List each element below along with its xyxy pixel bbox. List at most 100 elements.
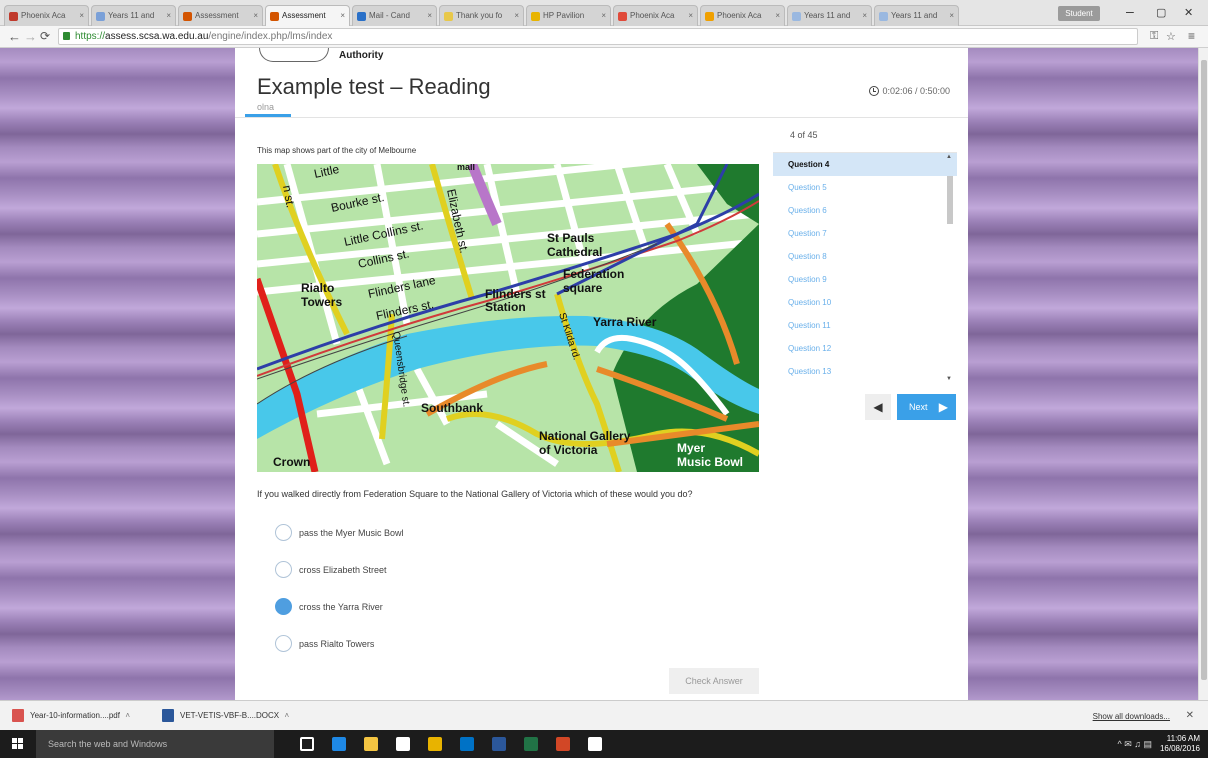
tab-favicon-icon — [444, 12, 453, 21]
chevron-up-icon[interactable]: ˄ — [284, 711, 289, 720]
radio-button[interactable] — [275, 635, 292, 652]
chrome-icon[interactable] — [428, 737, 442, 751]
key-icon[interactable]: ⚿ — [1150, 30, 1158, 43]
taskbar-search[interactable]: Search the web and Windows — [36, 730, 274, 758]
map-label-southbank: Southbank — [421, 401, 483, 415]
question-list-item[interactable]: Question 9 — [773, 268, 957, 291]
question-list-item[interactable]: Question 11 — [773, 314, 957, 337]
file-icon — [162, 709, 174, 722]
url-host: assess.scsa.wa.edu.au — [105, 31, 209, 42]
radio-button[interactable] — [275, 598, 292, 615]
question-stem: This map shows part of the city of Melbo… — [257, 146, 417, 155]
minimize-button[interactable]: – — [1126, 3, 1134, 19]
question-list-item[interactable]: Question 13 — [773, 360, 957, 383]
close-downloads-bar-icon[interactable]: ✕ — [1186, 710, 1194, 721]
map-label-crown: Crown — [273, 455, 310, 469]
page-scrollbar[interactable] — [1198, 48, 1208, 700]
browser-tab-strip: Phoenix Aca × Years 11 and × Assessment × Asse… — [0, 0, 1208, 26]
file-explorer-icon[interactable] — [364, 737, 378, 751]
tab-favicon-icon — [96, 12, 105, 21]
tab-label: Assessment — [282, 11, 326, 20]
browser-tab[interactable]: Mail - Cand × — [352, 5, 437, 26]
bookmark-star-icon[interactable]: ☆ — [1166, 30, 1176, 43]
reload-icon[interactable]: ⟳ — [40, 29, 50, 43]
store-icon[interactable] — [396, 737, 410, 751]
question-list-scrollbar[interactable]: ▲ ▼ — [946, 154, 954, 382]
browser-tab[interactable]: Phoenix Aca × — [613, 5, 698, 26]
tab-close-icon[interactable]: × — [340, 11, 345, 20]
tab-close-icon[interactable]: × — [427, 11, 432, 20]
downloads-bar: Year-10-information....pdf ˄ VET-VETIS-VBF… — [0, 700, 1208, 730]
tab-close-icon[interactable]: × — [688, 11, 693, 20]
edge-icon[interactable] — [332, 737, 346, 751]
question-list-item[interactable]: Question 7 — [773, 222, 957, 245]
next-button[interactable]: Next ▶ — [897, 394, 956, 420]
back-arrow-icon[interactable]: ← — [8, 29, 21, 44]
browser-tab[interactable]: Years 11 and × — [91, 5, 176, 26]
map-label-ngv-2: of Victoria — [539, 443, 598, 457]
answer-option-label: pass Rialto Towers — [299, 639, 375, 649]
question-list-item[interactable]: Question 8 — [773, 245, 957, 268]
menu-icon[interactable]: ≡ — [1188, 29, 1195, 43]
tab-favicon-icon — [270, 12, 279, 21]
taskbar-clock[interactable]: 11:06 AM 16/08/2016 — [1160, 734, 1200, 754]
scroll-thumb[interactable] — [947, 176, 953, 224]
task-view-icon[interactable] — [300, 737, 314, 751]
browser-tab[interactable]: Assessment × — [265, 5, 350, 26]
browser-tab[interactable]: Years 11 and × — [787, 5, 872, 26]
page-scroll-thumb[interactable] — [1201, 60, 1207, 680]
check-answer-button[interactable]: Check Answer — [669, 668, 759, 694]
profile-button[interactable]: Student — [1058, 6, 1100, 21]
tab-label: Phoenix Aca — [21, 11, 66, 20]
lock-icon — [63, 32, 70, 40]
forward-arrow-icon[interactable]: → — [24, 29, 37, 44]
chevron-up-icon[interactable]: ˄ — [125, 711, 130, 720]
browser-tab[interactable]: Phoenix Aca × — [4, 5, 89, 26]
question-list-item[interactable]: Question 4 — [773, 153, 957, 176]
windows-logo-icon[interactable] — [12, 738, 24, 750]
tab-close-icon[interactable]: × — [862, 11, 867, 20]
tab-close-icon[interactable]: × — [166, 11, 171, 20]
tab-close-icon[interactable]: × — [79, 11, 84, 20]
powerpoint-icon[interactable] — [556, 737, 570, 751]
tab-close-icon[interactable]: × — [949, 11, 954, 20]
question-list-item[interactable]: Question 5 — [773, 176, 957, 199]
tab-close-icon[interactable]: × — [253, 11, 258, 20]
tab-favicon-icon — [705, 12, 714, 21]
close-window-button[interactable]: ✕ — [1184, 6, 1193, 19]
photos-icon[interactable] — [588, 737, 602, 751]
url-scheme: https:// — [75, 31, 106, 42]
word-icon[interactable] — [492, 737, 506, 751]
previous-button[interactable]: ◀ — [865, 394, 891, 420]
maximize-button[interactable]: ▢ — [1156, 6, 1166, 19]
url-path: /engine/index.php/lms/index — [208, 31, 333, 42]
browser-tab[interactable]: HP Pavilion × — [526, 5, 611, 26]
tab-close-icon[interactable]: × — [601, 11, 606, 20]
tab-label: Years 11 and — [891, 11, 938, 20]
map-label-mall: mall — [457, 164, 475, 172]
browser-tab[interactable]: Phoenix Aca × — [700, 5, 785, 26]
excel-icon[interactable] — [524, 737, 538, 751]
url-field[interactable]: https://assess.scsa.wa.edu.au/engine/ind… — [58, 28, 1138, 45]
question-list-item[interactable]: Question 6 — [773, 199, 957, 222]
radio-button[interactable] — [275, 561, 292, 578]
download-item[interactable]: VET-VETIS-VBF-B....DOCX ˄ — [158, 707, 289, 725]
browser-tab[interactable]: Assessment × — [178, 5, 263, 26]
outlook-icon[interactable] — [460, 737, 474, 751]
browser-tab[interactable]: Years 11 and × — [874, 5, 959, 26]
tab-close-icon[interactable]: × — [514, 11, 519, 20]
authority-label: Authority — [339, 50, 384, 61]
show-all-downloads-link[interactable]: Show all downloads... — [1093, 712, 1170, 721]
browser-tab[interactable]: Thank you fo × — [439, 5, 524, 26]
download-item[interactable]: Year-10-information....pdf ˄ — [8, 707, 130, 725]
scroll-up-icon[interactable]: ▲ — [946, 154, 952, 160]
address-bar-row: ← → ⟳ https://assess.scsa.wa.edu.au/engi… — [0, 26, 1208, 48]
system-tray[interactable]: ^ ✉ ♫ ▤ — [1117, 739, 1152, 750]
tab-close-icon[interactable]: × — [775, 11, 780, 20]
scroll-down-icon[interactable]: ▼ — [946, 376, 952, 382]
question-list-item[interactable]: Question 10 — [773, 291, 957, 314]
question-list-item[interactable]: Question 12 — [773, 337, 957, 360]
map-label-square: square — [563, 281, 603, 295]
clock-time: 11:06 AM — [1166, 734, 1200, 743]
radio-button[interactable] — [275, 524, 292, 541]
